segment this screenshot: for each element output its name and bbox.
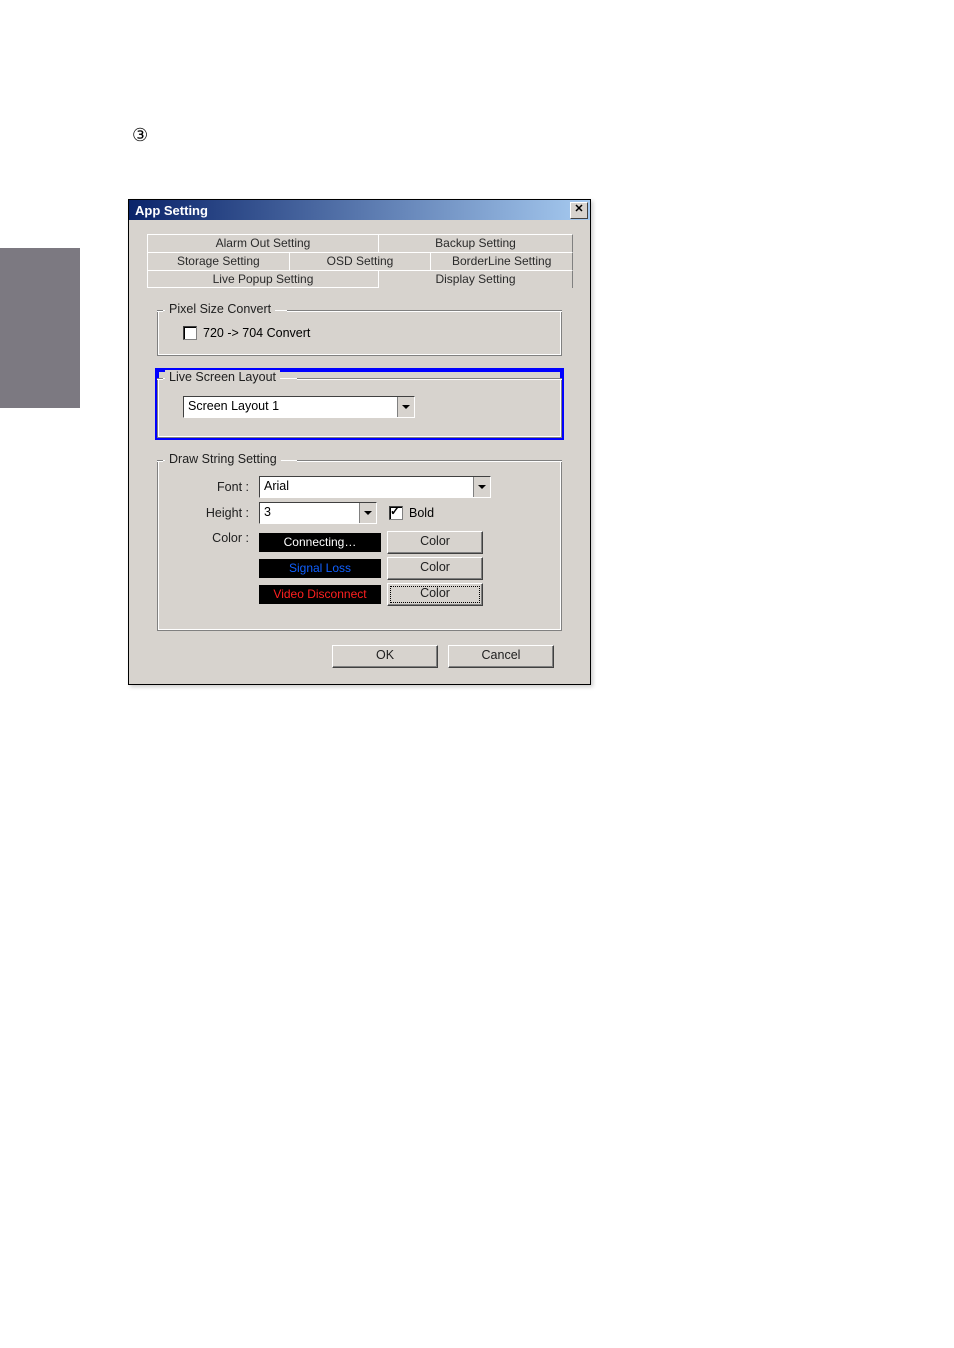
status-row-video-disconnect: Video Disconnect Color bbox=[259, 583, 483, 606]
tab-display-setting[interactable]: Display Setting bbox=[378, 270, 573, 288]
page-marker: ③ bbox=[132, 125, 148, 146]
titlebar: App Setting ✕ bbox=[129, 200, 590, 220]
group-title-drawstring: Draw String Setting bbox=[165, 452, 281, 466]
checkbox-720-704-convert[interactable]: 720 -> 704 Convert bbox=[183, 326, 310, 340]
group-title-pixel: Pixel Size Convert bbox=[165, 302, 275, 316]
font-value: Arial bbox=[260, 477, 473, 497]
status-swatch-connecting: Connecting… bbox=[259, 533, 381, 552]
tab-live-popup-setting[interactable]: Live Popup Setting bbox=[147, 270, 379, 288]
height-combo[interactable]: 3 bbox=[259, 502, 377, 524]
tab-borderline-setting[interactable]: BorderLine Setting bbox=[430, 252, 573, 270]
dialog-title: App Setting bbox=[135, 203, 208, 218]
tabstrip: Alarm Out Setting Backup Setting Storage… bbox=[147, 234, 572, 288]
status-row-signal-loss: Signal Loss Color bbox=[259, 557, 483, 580]
group-title-layout: Live Screen Layout bbox=[165, 370, 280, 384]
chevron-down-icon[interactable] bbox=[359, 503, 376, 523]
checkbox-label: 720 -> 704 Convert bbox=[203, 326, 310, 340]
app-setting-dialog: App Setting ✕ Alarm Out Setting Backup S… bbox=[128, 199, 591, 685]
dialog-footer: OK Cancel bbox=[147, 637, 572, 668]
ok-button[interactable]: OK bbox=[332, 645, 438, 668]
chevron-down-icon[interactable] bbox=[473, 477, 490, 497]
dialog-body: Alarm Out Setting Backup Setting Storage… bbox=[129, 220, 590, 684]
group-live-screen-layout: Live Screen Layout Screen Layout 1 bbox=[157, 370, 562, 438]
status-swatch-signal-loss: Signal Loss bbox=[259, 559, 381, 578]
tab-alarm-out-setting[interactable]: Alarm Out Setting bbox=[147, 234, 379, 252]
chevron-down-icon[interactable] bbox=[397, 397, 414, 417]
side-stub bbox=[0, 248, 80, 408]
status-swatch-video-disconnect: Video Disconnect bbox=[259, 585, 381, 604]
group-pixel-size-convert: Pixel Size Convert 720 -> 704 Convert bbox=[157, 302, 562, 356]
font-label: Font : bbox=[169, 480, 259, 494]
checkbox-box-icon bbox=[183, 326, 197, 340]
tab-osd-setting[interactable]: OSD Setting bbox=[289, 252, 432, 270]
cancel-button[interactable]: Cancel bbox=[448, 645, 554, 668]
status-color-list: Connecting… Color Signal Loss Color Vide… bbox=[259, 528, 483, 609]
tab-storage-setting[interactable]: Storage Setting bbox=[147, 252, 290, 270]
screen-layout-value: Screen Layout 1 bbox=[184, 397, 397, 417]
color-button-signal-loss[interactable]: Color bbox=[387, 557, 483, 580]
checkbox-box-icon bbox=[389, 506, 403, 520]
tab-backup-setting[interactable]: Backup Setting bbox=[378, 234, 573, 252]
font-combo[interactable]: Arial bbox=[259, 476, 491, 498]
height-value: 3 bbox=[260, 503, 359, 523]
screen-layout-combo[interactable]: Screen Layout 1 bbox=[183, 396, 415, 418]
checkbox-bold[interactable]: Bold bbox=[389, 506, 434, 520]
height-label: Height : bbox=[169, 506, 259, 520]
close-icon: ✕ bbox=[574, 203, 583, 215]
group-draw-string-setting: Draw String Setting Font : Arial Height … bbox=[157, 452, 562, 631]
bold-label: Bold bbox=[409, 506, 434, 520]
color-button-video-disconnect[interactable]: Color bbox=[387, 583, 483, 606]
close-button[interactable]: ✕ bbox=[570, 202, 588, 219]
color-button-connecting[interactable]: Color bbox=[387, 531, 483, 554]
color-label: Color : bbox=[169, 528, 259, 545]
status-row-connecting: Connecting… Color bbox=[259, 531, 483, 554]
